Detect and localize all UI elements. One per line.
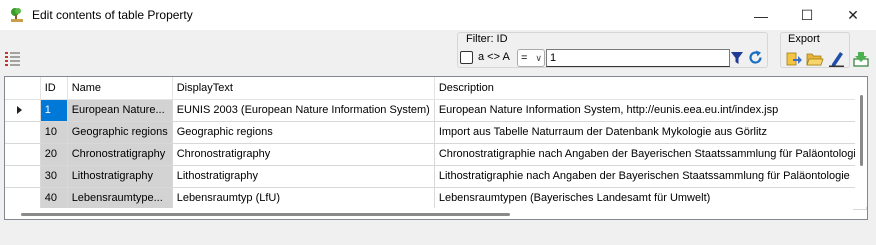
cell-name[interactable]: Lebensraumtype... xyxy=(67,187,173,210)
edit-pen-icon[interactable] xyxy=(828,50,846,68)
cell-displaytext[interactable]: Geographic regions xyxy=(172,121,435,144)
filter-funnel-icon[interactable] xyxy=(731,51,743,65)
table-row[interactable]: 1 European Nature... EUNIS 2003 (European … xyxy=(5,99,867,122)
list-columns-icon[interactable] xyxy=(4,50,22,68)
title-bar: Edit contents of table Property — ☐ ✕ xyxy=(0,0,876,31)
vertical-scroll-thumb[interactable] xyxy=(860,95,863,166)
row-header[interactable] xyxy=(5,165,41,188)
cell-id[interactable]: 30 xyxy=(40,165,68,188)
row-header-corner[interactable] xyxy=(5,77,41,100)
cell-description[interactable]: Chronostratigraphie nach Angaben der Bay… xyxy=(434,143,867,166)
horizontal-scroll-thumb[interactable] xyxy=(21,213,510,216)
row-header[interactable] xyxy=(5,187,41,210)
cell-displaytext[interactable]: Chronostratigraphy xyxy=(172,143,435,166)
cell-id[interactable]: 10 xyxy=(40,121,68,144)
table-row[interactable]: 40 Lebensraumtype... Lebensraumtyp (LfU) Le… xyxy=(5,187,867,210)
close-button[interactable]: ✕ xyxy=(830,0,876,31)
filter-operator-value: = xyxy=(521,52,528,64)
filter-label: Filter: ID xyxy=(465,33,509,45)
cell-id[interactable]: 1 xyxy=(40,99,68,122)
cell-displaytext[interactable]: Lithostratigraphy xyxy=(172,165,435,188)
row-header[interactable] xyxy=(5,99,41,122)
cell-name[interactable]: Geographic regions xyxy=(67,121,173,144)
grid-table: ID Name DisplayText Description 1 Europea… xyxy=(5,77,867,210)
row-header[interactable] xyxy=(5,143,41,166)
cell-description[interactable]: Lithostratigraphie nach Angaben der Baye… xyxy=(434,165,867,188)
window-title: Edit contents of table Property xyxy=(32,8,193,22)
maximize-button[interactable]: ☐ xyxy=(784,0,830,31)
open-folder-icon[interactable] xyxy=(806,50,824,68)
data-grid[interactable]: ID Name DisplayText Description 1 Europea… xyxy=(4,76,868,220)
column-header-description[interactable]: Description xyxy=(434,77,867,100)
filter-operator-select[interactable]: = ∨ xyxy=(517,49,545,67)
cell-displaytext[interactable]: Lebensraumtyp (LfU) xyxy=(172,187,435,210)
cell-description[interactable]: Lebensraumtypen (Bayerisches Landesamt f… xyxy=(434,187,867,210)
refresh-icon[interactable] xyxy=(747,49,764,66)
vertical-scrollbar[interactable] xyxy=(855,77,867,207)
cell-id[interactable]: 40 xyxy=(40,187,68,210)
cell-name[interactable]: Chronostratigraphy xyxy=(67,143,173,166)
maximize-icon: ☐ xyxy=(800,7,814,23)
close-icon: ✕ xyxy=(847,7,859,23)
export-arrow-icon[interactable] xyxy=(785,50,803,68)
minimize-button[interactable]: — xyxy=(738,0,784,31)
row-header[interactable] xyxy=(5,121,41,144)
app-tree-icon xyxy=(11,8,23,22)
grid-header-row: ID Name DisplayText Description xyxy=(5,77,867,100)
chevron-down-icon: ∨ xyxy=(535,53,542,63)
minimize-icon: — xyxy=(754,7,768,24)
filter-value-input[interactable]: 1 xyxy=(546,49,730,67)
horizontal-scrollbar[interactable] xyxy=(5,208,853,219)
column-header-name[interactable]: Name xyxy=(67,77,173,100)
cell-displaytext[interactable]: EUNIS 2003 (European Nature Information … xyxy=(172,99,435,122)
table-row[interactable]: 10 Geographic regions Geographic regions Im… xyxy=(5,121,867,144)
case-sensitive-label: a <> A xyxy=(478,51,510,63)
cell-id[interactable]: 20 xyxy=(40,143,68,166)
column-header-displaytext[interactable]: DisplayText xyxy=(172,77,435,100)
table-row[interactable]: 20 Chronostratigraphy Chronostratigraphy Ch… xyxy=(5,143,867,166)
export-label: Export xyxy=(787,33,821,45)
cell-name[interactable]: Lithostratigraphy xyxy=(67,165,173,188)
column-header-id[interactable]: ID xyxy=(40,77,68,100)
current-row-arrow-icon xyxy=(17,106,22,114)
import-tray-icon[interactable] xyxy=(852,50,870,68)
table-row[interactable]: 30 Lithostratigraphy Lithostratigraphy Lith… xyxy=(5,165,867,188)
cell-name[interactable]: European Nature... xyxy=(67,99,173,122)
cell-description[interactable]: Import aus Tabelle Naturraum der Datenba… xyxy=(434,121,867,144)
case-sensitive-checkbox[interactable] xyxy=(460,51,473,64)
cell-description[interactable]: European Nature Information System, http… xyxy=(434,99,867,122)
